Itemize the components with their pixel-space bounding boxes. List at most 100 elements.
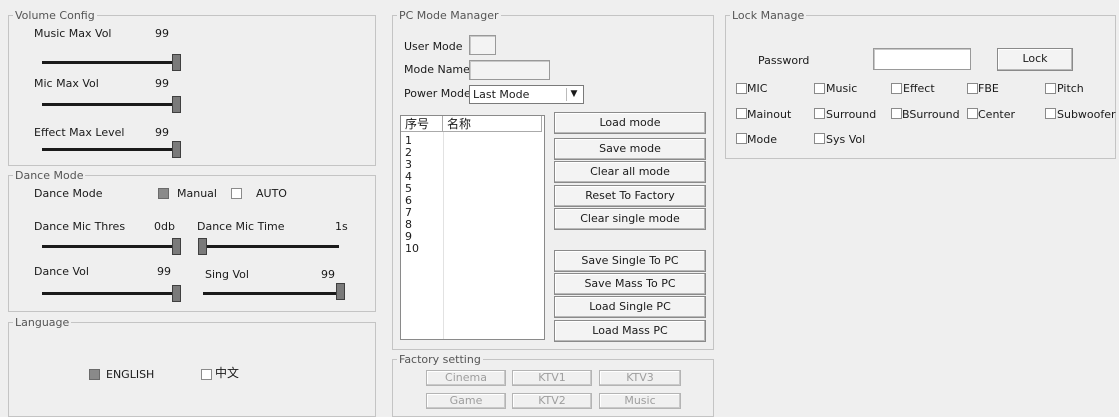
factory-ktv2-button[interactable]: KTV2 (512, 393, 592, 409)
lock-fbe-checkbox[interactable] (967, 83, 978, 94)
dance-vol-slider-thumb[interactable] (172, 285, 181, 302)
lock-subwoofer-label[interactable]: Subwoofer (1057, 108, 1116, 121)
lock-pitch-checkbox[interactable] (1045, 83, 1056, 94)
english-checkbox[interactable] (89, 369, 100, 380)
sing-vol-slider-track[interactable] (203, 292, 345, 295)
load-mode-button[interactable]: Load mode (554, 112, 706, 134)
volume-config-title: Volume Config (13, 9, 97, 22)
mic-max-vol-slider-thumb[interactable] (172, 96, 181, 113)
power-mode-select[interactable]: Last Mode ▼ (469, 85, 584, 104)
mode-name-label: Mode Name (404, 63, 470, 76)
pc-mode-manager-title: PC Mode Manager (397, 9, 501, 22)
list-item[interactable]: 10 (405, 243, 419, 254)
dance-mic-thres-slider-thumb[interactable] (172, 238, 181, 255)
list-item[interactable]: 6 (405, 195, 412, 206)
manual-label[interactable]: Manual (177, 187, 217, 200)
list-item[interactable]: 7 (405, 207, 412, 218)
lock-surround-checkbox[interactable] (814, 108, 825, 119)
list-item[interactable]: 1 (405, 135, 412, 146)
factory-game-button[interactable]: Game (426, 393, 506, 409)
dance-mic-thres-slider-track[interactable] (42, 245, 181, 248)
save-single-to-pc-button[interactable]: Save Single To PC (554, 250, 706, 272)
lock-surround-label[interactable]: Surround (826, 108, 876, 121)
manual-checkbox[interactable] (158, 188, 169, 199)
lock-music-checkbox[interactable] (814, 83, 825, 94)
effect-max-level-value: 99 (155, 126, 169, 139)
dance-mic-time-slider-thumb[interactable] (198, 238, 207, 255)
lock-mic-label[interactable]: MIC (747, 82, 767, 95)
mode-list[interactable]: 序号 名称 1 2 3 4 5 6 7 8 9 10 (400, 115, 545, 340)
lock-bsurround-checkbox[interactable] (891, 108, 902, 119)
effect-max-level-slider-thumb[interactable] (172, 141, 181, 158)
reset-to-factory-button[interactable]: Reset To Factory (554, 185, 706, 207)
music-max-vol-slider-track[interactable] (42, 61, 181, 64)
mic-max-vol-slider-track[interactable] (42, 103, 181, 106)
factory-ktv3-button[interactable]: KTV3 (599, 370, 681, 386)
factory-setting-title: Factory setting (397, 353, 483, 366)
power-mode-label: Power Mode (404, 87, 471, 100)
dance-mic-thres-value: 0db (154, 220, 175, 233)
lock-mic-checkbox[interactable] (736, 83, 747, 94)
english-label[interactable]: ENGLISH (106, 368, 154, 381)
effect-max-level-slider-track[interactable] (42, 148, 181, 151)
mode-name-field[interactable] (469, 60, 550, 80)
list-item[interactable]: 5 (405, 183, 412, 194)
lock-effect-checkbox[interactable] (891, 83, 902, 94)
dance-vol-slider-track[interactable] (42, 292, 181, 295)
factory-ktv1-button[interactable]: KTV1 (512, 370, 592, 386)
chinese-checkbox[interactable] (201, 369, 212, 380)
sing-vol-value: 99 (321, 268, 335, 281)
dance-mic-time-value: 1s (335, 220, 348, 233)
list-column-divider (443, 132, 444, 339)
lock-button[interactable]: Lock (997, 48, 1073, 71)
save-mass-to-pc-button[interactable]: Save Mass To PC (554, 273, 706, 295)
load-single-pc-button[interactable]: Load Single PC (554, 296, 706, 318)
lock-center-label[interactable]: Center (978, 108, 1015, 121)
list-item[interactable]: 9 (405, 231, 412, 242)
lock-pitch-label[interactable]: Pitch (1057, 82, 1084, 95)
list-item[interactable]: 4 (405, 171, 412, 182)
lock-music-label[interactable]: Music (826, 82, 857, 95)
list-header-name[interactable]: 名称 (443, 116, 542, 132)
list-item[interactable]: 2 (405, 147, 412, 158)
auto-checkbox[interactable] (231, 188, 242, 199)
language-group: Language (8, 316, 376, 417)
mic-max-vol-value: 99 (155, 77, 169, 90)
factory-music-button[interactable]: Music (599, 393, 681, 409)
effect-max-level-label: Effect Max Level (34, 126, 125, 139)
lock-mainout-label[interactable]: Mainout (747, 108, 791, 121)
lock-mainout-checkbox[interactable] (736, 108, 747, 119)
lock-sys-vol-checkbox[interactable] (814, 133, 825, 144)
save-mode-button[interactable]: Save mode (554, 138, 706, 160)
lock-subwoofer-checkbox[interactable] (1045, 108, 1056, 119)
lock-center-checkbox[interactable] (967, 108, 978, 119)
lock-fbe-label[interactable]: FBE (978, 82, 999, 95)
dance-vol-value: 99 (157, 265, 171, 278)
auto-label[interactable]: AUTO (256, 187, 287, 200)
lock-sys-vol-label[interactable]: Sys Vol (826, 133, 865, 146)
language-title: Language (13, 316, 72, 329)
chevron-down-icon[interactable]: ▼ (566, 88, 581, 101)
dance-vol-label: Dance Vol (34, 265, 89, 278)
lock-mode-label[interactable]: Mode (747, 133, 777, 146)
lock-bsurround-label[interactable]: BSurround (902, 108, 960, 121)
music-max-vol-slider-thumb[interactable] (172, 54, 181, 71)
user-mode-label: User Mode (404, 40, 463, 53)
sing-vol-slider-thumb[interactable] (336, 283, 345, 300)
password-field[interactable] (873, 48, 971, 70)
mic-max-vol-label: Mic Max Vol (34, 77, 99, 90)
password-label: Password (758, 54, 810, 67)
list-item[interactable]: 8 (405, 219, 412, 230)
lock-mode-checkbox[interactable] (736, 133, 747, 144)
chinese-label[interactable]: 中文 (215, 367, 239, 380)
clear-single-mode-button[interactable]: Clear single mode (554, 208, 706, 230)
load-mass-pc-button[interactable]: Load Mass PC (554, 320, 706, 342)
factory-cinema-button[interactable]: Cinema (426, 370, 506, 386)
lock-effect-label[interactable]: Effect (903, 82, 935, 95)
list-item[interactable]: 3 (405, 159, 412, 170)
dance-mic-time-slider-track[interactable] (198, 245, 339, 248)
list-header-index[interactable]: 序号 (401, 116, 443, 132)
clear-all-mode-button[interactable]: Clear all mode (554, 161, 706, 183)
user-mode-field[interactable] (469, 35, 496, 55)
power-mode-value: Last Mode (473, 88, 530, 101)
